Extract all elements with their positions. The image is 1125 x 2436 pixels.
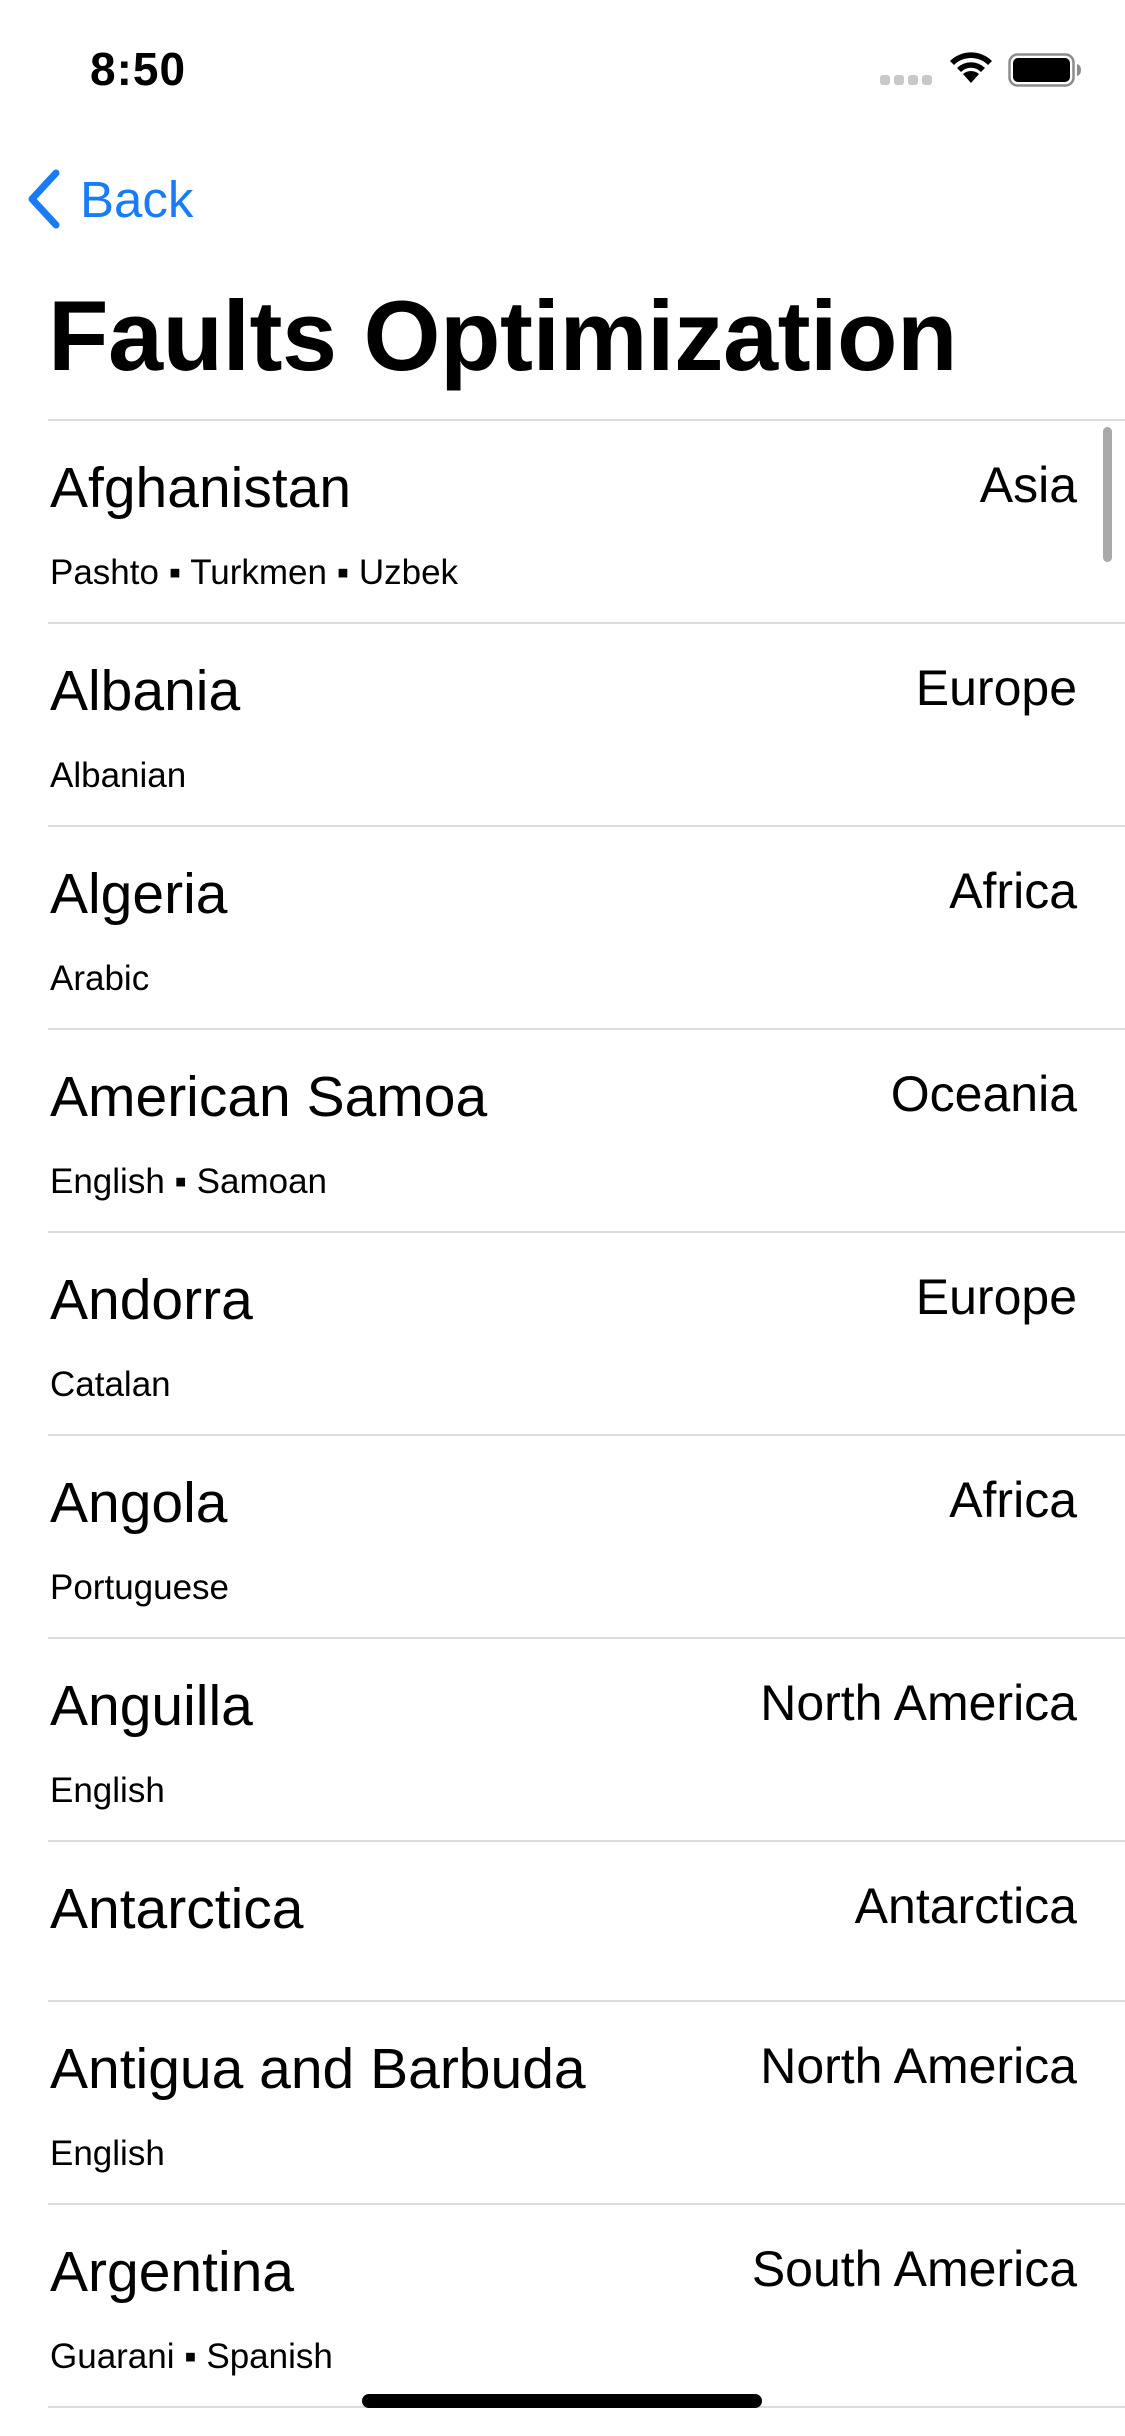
list-item[interactable]: Andorra Europe Catalan [48, 1231, 1125, 1434]
country-languages: Albanian [50, 756, 187, 795]
country-list: Afghanistan Asia Pashto ▪ Turkmen ▪ Uzbe… [0, 419, 1125, 2408]
list-item[interactable]: Argentina South America Guarani ▪ Spanis… [48, 2203, 1125, 2406]
country-name: Angola [50, 1471, 228, 1535]
country-region: South America [751, 2241, 1077, 2297]
country-region: Antarctica [854, 1878, 1077, 1934]
list-item[interactable]: American Samoa Oceania English ▪ Samoan [48, 1028, 1125, 1231]
country-languages: English [50, 1771, 165, 1810]
battery-icon [1008, 53, 1081, 87]
cellular-signal-icon [880, 75, 932, 85]
country-region: Europe [915, 1269, 1077, 1325]
country-languages: English [50, 2134, 165, 2173]
country-name: Antigua and Barbuda [50, 2037, 586, 2101]
list-item[interactable]: Algeria Africa Arabic [48, 825, 1125, 1028]
country-languages: Guarani ▪ Spanish [50, 2337, 333, 2376]
status-time: 8:50 [90, 43, 187, 95]
home-indicator[interactable] [362, 2394, 762, 2408]
chevron-left-icon [28, 169, 60, 229]
country-region: Africa [949, 863, 1077, 919]
country-languages: Arabic [50, 959, 150, 998]
list-item[interactable]: Anguilla North America English [48, 1637, 1125, 1840]
list-item[interactable]: Antigua and Barbuda North America Englis… [48, 2000, 1125, 2203]
back-button[interactable]: Back [24, 166, 193, 232]
wifi-icon [950, 52, 992, 83]
country-languages: Pashto ▪ Turkmen ▪ Uzbek [50, 553, 459, 592]
country-name: Antarctica [50, 1877, 304, 1941]
country-languages: Portuguese [50, 1568, 230, 1607]
country-name: Albania [50, 659, 241, 723]
country-region: North America [760, 1675, 1077, 1731]
country-region: Africa [949, 1472, 1077, 1528]
country-languages: English ▪ Samoan [50, 1162, 328, 1201]
country-name: Algeria [50, 862, 228, 926]
list-item[interactable]: Afghanistan Asia Pashto ▪ Turkmen ▪ Uzbe… [48, 419, 1125, 622]
country-name: Argentina [50, 2240, 295, 2304]
list-item[interactable]: Antarctica Antarctica [48, 1840, 1125, 2000]
back-label: Back [80, 170, 194, 228]
country-region: Asia [979, 457, 1077, 513]
status-bar: 8:50 [0, 0, 1125, 140]
list-item[interactable]: Angola Africa Portuguese [48, 1434, 1125, 1637]
page-title: Faults Optimization [48, 280, 958, 391]
country-region: Oceania [890, 1066, 1077, 1122]
country-region: Europe [915, 660, 1077, 716]
list-item[interactable]: Albania Europe Albanian [48, 622, 1125, 825]
country-name: Anguilla [50, 1674, 253, 1738]
country-languages: Catalan [50, 1365, 171, 1404]
country-region: North America [760, 2038, 1077, 2094]
country-name: American Samoa [50, 1065, 488, 1129]
country-name: Afghanistan [50, 456, 352, 520]
country-name: Andorra [50, 1268, 253, 1332]
scroll-indicator[interactable] [1103, 427, 1112, 562]
